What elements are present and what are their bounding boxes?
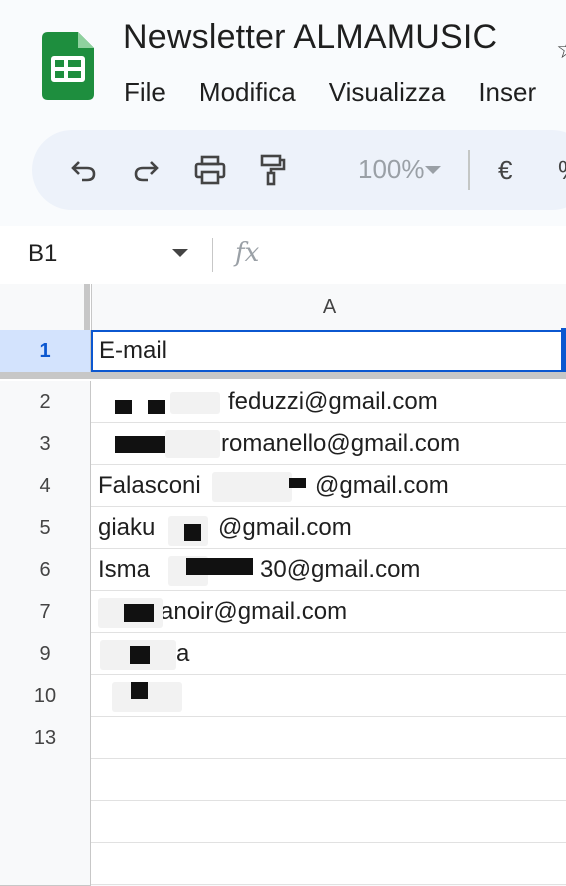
row-header[interactable]: 3 [0, 423, 91, 466]
selection-edge [561, 328, 566, 374]
frozen-row-divider[interactable] [0, 372, 566, 379]
column-header-a[interactable]: A [91, 284, 566, 331]
table-row: 13 [0, 717, 566, 760]
sheets-logo-icon[interactable] [42, 32, 94, 100]
currency-format-button[interactable]: € [498, 155, 512, 186]
cell-text: @gmail.com [218, 514, 352, 541]
redaction-mark [186, 558, 253, 575]
table-row: 5 giaku @gmail.com [0, 507, 566, 550]
paint-format-icon[interactable] [252, 150, 292, 190]
name-box[interactable]: B1 [28, 240, 57, 268]
row-header[interactable]: 7 [0, 591, 91, 634]
chevron-down-icon[interactable] [425, 166, 441, 176]
cell-a10[interactable] [91, 717, 566, 759]
menubar: File Modifica Visualizza Inser [124, 74, 566, 110]
menu-file[interactable]: File [124, 74, 166, 110]
redaction-mark [289, 478, 306, 488]
redaction-mark [124, 604, 154, 622]
redaction-mark [115, 400, 132, 414]
row-header[interactable]: 1 [0, 330, 91, 373]
cell-a12[interactable] [91, 801, 566, 843]
cell-a1[interactable]: E-mail [91, 330, 566, 372]
zoom-select[interactable]: 100% [358, 154, 425, 185]
table-row: 1 E-mail [0, 330, 566, 373]
table-row: 7 anoir@gmail.com [0, 591, 566, 634]
formula-bar [0, 226, 566, 284]
cell-a6[interactable]: Isma 30@gmail.com [91, 549, 566, 591]
cell-a4[interactable]: Falasconi @gmail.com [91, 465, 566, 507]
table-row: 6 Isma 30@gmail.com [0, 549, 566, 592]
cell-text: Falasconi [98, 472, 201, 499]
star-icon[interactable]: ☆ [556, 34, 566, 65]
redo-icon[interactable] [126, 150, 166, 190]
cell-text: anoir@gmail.com [160, 598, 348, 625]
menu-view[interactable]: Visualizza [329, 74, 446, 110]
row-header[interactable] [0, 759, 91, 802]
redaction-mark [130, 646, 150, 664]
toolbar-divider [468, 150, 470, 190]
table-row: 3 romanello@gmail.com [0, 423, 566, 466]
redaction-mark [148, 400, 165, 414]
cell-text: romanello@gmail.com [221, 430, 461, 457]
row-header[interactable]: 5 [0, 507, 91, 550]
row-header[interactable] [0, 801, 91, 844]
table-row [0, 843, 566, 886]
blur-mark [170, 392, 220, 414]
document-title[interactable]: Newsletter ALMAMUSIC [123, 18, 497, 57]
print-icon[interactable] [190, 150, 230, 190]
cell-text: giaku [98, 514, 156, 541]
cell-text: Isma [98, 556, 151, 583]
blur-mark [165, 430, 220, 458]
cell-a5[interactable]: giaku @gmail.com [91, 507, 566, 549]
formula-bar-divider [212, 238, 213, 272]
redaction-mark [115, 436, 165, 453]
menu-edit[interactable]: Modifica [199, 74, 296, 110]
row-header[interactable]: 9 [0, 633, 91, 676]
blur-mark [212, 472, 292, 502]
cell-a13[interactable] [91, 843, 566, 885]
undo-icon[interactable] [64, 150, 104, 190]
row-header[interactable]: 4 [0, 465, 91, 508]
row-header[interactable] [0, 843, 91, 886]
table-row: 9 a [0, 633, 566, 676]
select-all-corner[interactable] [0, 284, 90, 331]
cell-text: @gmail.com [315, 472, 449, 499]
cell-text: feduzzi@gmail.com [228, 388, 438, 415]
toolbar: 100% [32, 130, 566, 210]
row-header[interactable]: 2 [0, 381, 91, 424]
cell-text: a [176, 640, 190, 667]
table-row [0, 801, 566, 844]
row-header[interactable]: 6 [0, 549, 91, 592]
row-header[interactable]: 13 [0, 717, 91, 760]
table-row [0, 759, 566, 802]
menu-insert[interactable]: Inser [478, 74, 536, 110]
table-row: 10 [0, 675, 566, 718]
redaction-mark [184, 524, 201, 541]
chevron-down-icon[interactable] [172, 249, 188, 259]
cell-text: 30@gmail.com [260, 556, 421, 583]
redaction-mark [131, 682, 148, 699]
row-header[interactable]: 10 [0, 675, 91, 718]
percent-format-button[interactable]: % [558, 155, 566, 186]
fx-icon: fx [235, 238, 260, 268]
table-row: 2 feduzzi@gmail.com [0, 381, 566, 424]
cell-a11[interactable] [91, 759, 566, 801]
